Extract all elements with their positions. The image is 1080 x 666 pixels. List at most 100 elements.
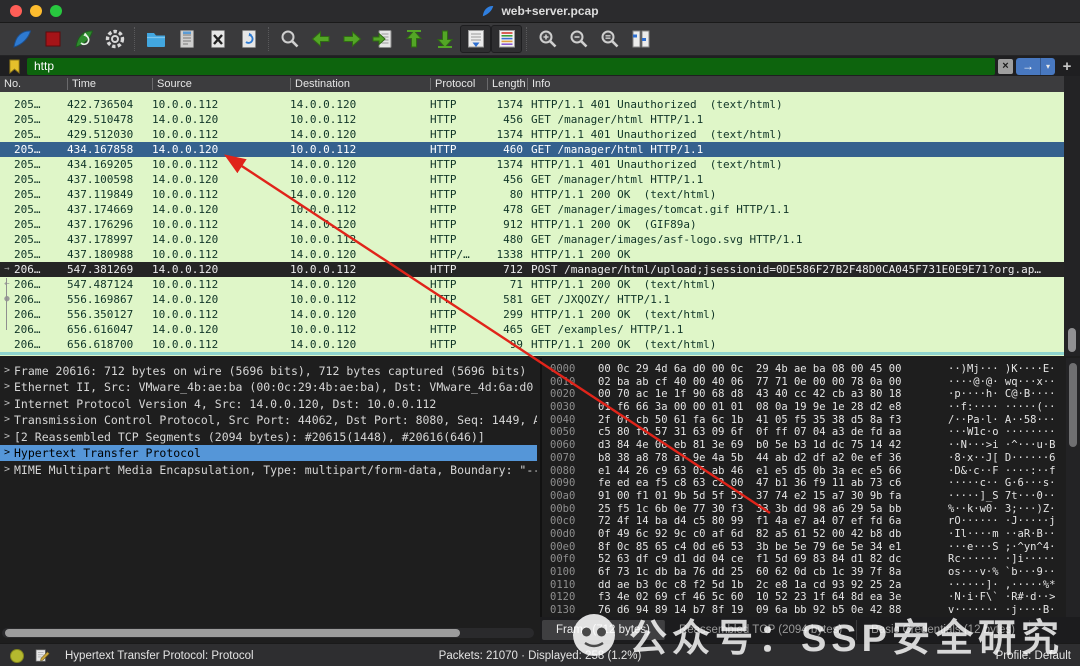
bytes-tab[interactable]: Frame (712 bytes) [542,620,665,640]
details-horizontal-scrollbar[interactable] [2,628,534,638]
detail-line[interactable]: > Internet Protocol Version 4, Src: 14.0… [0,396,537,412]
hex-row[interactable]: 00e0 8f 0c 85 65 c4 0d e6 53 3b be 5e 79… [542,541,1066,554]
open-file-button[interactable] [140,25,171,53]
scrollbar-thumb[interactable] [5,629,460,637]
detail-line[interactable]: > Ethernet II, Src: VMware_4b:ae:ba (00:… [0,379,537,395]
hex-scrollbar[interactable] [1066,358,1080,617]
scrollbar-thumb[interactable] [1068,328,1076,352]
filter-add-button[interactable]: + [1058,58,1076,75]
packet-row[interactable]: → 206… 547.381269 14.0.0.120 10.0.0.112 … [0,262,1064,277]
packet-list-scrollbar[interactable] [1064,76,1080,356]
hex-row[interactable]: 0130 76 d6 94 89 14 b7 8f 19 09 6a bb 92… [542,604,1066,617]
hex-row[interactable]: 0040 2f 0f cb 50 61 fa 6c 1b 41 05 f5 35… [542,414,1066,427]
bytes-tab[interactable]: Basic Credentials (12 bytes) [857,620,1030,640]
column-header-no[interactable]: No. [0,78,67,90]
column-header-time[interactable]: Time [67,78,152,90]
expander-chevron-icon[interactable]: > [0,396,14,412]
stop-capture-button[interactable] [37,25,68,53]
column-header-protocol[interactable]: Protocol [430,78,487,90]
profile-label[interactable]: Profile: Default [996,650,1071,662]
packet-row[interactable]: ● 206… 556.169867 14.0.0.120 10.0.0.112 … [0,292,1064,307]
display-filter-input[interactable]: http [27,57,995,75]
packet-row[interactable]: ← 206… 547.487124 10.0.0.112 14.0.0.120 … [0,277,1064,292]
reload-file-button[interactable] [233,25,264,53]
detail-line[interactable]: > Frame 20616: 712 bytes on wire (5696 b… [0,363,537,379]
go-to-packet-button[interactable] [367,25,398,53]
hex-row[interactable]: 0090 fe ed ea f5 c8 63 c2 00 47 b1 36 f9… [542,477,1066,490]
hex-row[interactable]: 00d0 0f 49 6c 92 9c c0 af 6d 82 a5 61 52… [542,528,1066,541]
zoom-normal-button[interactable] [594,25,625,53]
hex-row[interactable]: 0000 00 0c 29 4d 6a d0 00 0c 29 4b ae ba… [542,363,1066,376]
hex-row[interactable]: 0080 e1 44 26 c9 63 05 ab 46 e1 e5 d5 0b… [542,465,1066,478]
packet-row[interactable]: 205… 437.178997 14.0.0.120 10.0.0.112 HT… [0,232,1064,247]
zoom-out-button[interactable] [563,25,594,53]
save-file-button[interactable] [171,25,202,53]
scrollbar-thumb[interactable] [1069,363,1077,447]
packet-row[interactable]: 205… 429.510478 14.0.0.120 10.0.0.112 HT… [0,112,1064,127]
hex-row[interactable]: 0030 01 f6 66 3a 00 00 01 01 08 0a 19 9e… [542,401,1066,414]
close-file-button[interactable] [202,25,233,53]
resize-columns-button[interactable] [625,25,656,53]
packet-row[interactable]: 205… 434.167858 14.0.0.120 10.0.0.112 HT… [0,142,1064,157]
expander-chevron-icon[interactable]: > [0,462,14,478]
restart-capture-button[interactable] [68,25,99,53]
filter-clear-button[interactable]: × [998,58,1013,74]
hex-row[interactable]: 0060 d3 84 4e 06 eb 81 3e 69 b0 5e b3 1d… [542,439,1066,452]
filter-dropdown-caret-icon[interactable]: ▾ [1040,57,1055,75]
maximize-button[interactable] [50,5,62,17]
capture-options-gear-icon[interactable] [99,25,130,53]
detail-line[interactable]: > [2 Reassembled TCP Segments (2094 byte… [0,429,537,445]
expander-chevron-icon[interactable]: > [0,363,14,379]
close-button[interactable] [10,5,22,17]
minimize-button[interactable] [30,5,42,17]
hex-row[interactable]: 0070 b8 38 a8 78 af 9e 4a 5b 44 ab d2 df… [542,452,1066,465]
filter-apply-arrow-icon[interactable]: → [1016,57,1040,75]
hex-row[interactable]: 00f0 52 63 df c9 d1 dd 04 ce f1 5d 69 83… [542,553,1066,566]
filter-bookmark-icon[interactable] [4,58,24,75]
go-to-last-packet-button[interactable] [429,25,460,53]
hex-row[interactable]: 00a0 91 00 f1 01 9b 5d 5f 53 37 74 e2 15… [542,490,1066,503]
hex-row[interactable]: 00b0 25 f5 1c 6b 0e 77 30 f3 33 3b dd 98… [542,503,1066,516]
packet-row[interactable]: 205… 437.176296 10.0.0.112 14.0.0.120 HT… [0,217,1064,232]
packet-row[interactable]: 206… 656.616047 14.0.0.120 10.0.0.112 HT… [0,322,1064,337]
detail-line[interactable]: > MIME Multipart Media Encapsulation, Ty… [0,462,537,478]
start-capture-button[interactable] [6,25,37,53]
expander-chevron-icon[interactable]: > [0,429,14,445]
column-header-source[interactable]: Source [152,78,290,90]
hex-row[interactable]: 0120 f3 4e 02 69 cf 46 5c 60 10 52 23 1f… [542,591,1066,604]
hex-row[interactable]: 0010 02 ba ab cf 40 00 40 06 77 71 0e 00… [542,376,1066,389]
expert-info-icon[interactable] [10,648,24,663]
find-packet-button[interactable] [274,25,305,53]
packet-row[interactable]: 205… 437.100598 14.0.0.120 10.0.0.112 HT… [0,172,1064,187]
capture-comment-icon[interactable] [34,647,51,664]
go-to-first-packet-button[interactable] [398,25,429,53]
bytes-tab[interactable]: Reassembled TCP (2094 bytes) [665,620,858,640]
hex-row[interactable]: 0110 dd ae b3 0c c8 f2 5d 1b 2c e8 1a cd… [542,579,1066,592]
hex-row[interactable]: 0050 c5 80 f0 57 31 63 09 6f 0f ff 07 04… [542,426,1066,439]
column-header-info[interactable]: Info [527,78,1064,90]
packet-row[interactable]: 205… 434.169205 10.0.0.112 14.0.0.120 HT… [0,157,1064,172]
detail-line[interactable]: > Transmission Control Protocol, Src Por… [0,412,537,428]
zoom-in-button[interactable] [532,25,563,53]
packet-row[interactable]: 206… 656.618700 10.0.0.112 14.0.0.120 HT… [0,337,1064,352]
packet-row[interactable]: 206… 556.350127 10.0.0.112 14.0.0.120 HT… [0,307,1064,322]
packet-row[interactable]: 205… 429.512030 10.0.0.112 14.0.0.120 HT… [0,127,1064,142]
column-header-length[interactable]: Length [487,78,527,90]
packet-row[interactable]: 205… 437.180988 10.0.0.112 14.0.0.120 HT… [0,247,1064,262]
colorize-toggle[interactable] [491,25,522,53]
go-back-button[interactable] [305,25,336,53]
go-forward-button[interactable] [336,25,367,53]
hex-row[interactable]: 0100 6f 73 1c db ba 76 dd 25 60 62 0d cb… [542,566,1066,579]
auto-scroll-toggle[interactable] [460,25,491,53]
expander-chevron-icon[interactable]: > [0,445,14,461]
packet-row[interactable]: 205… 422.736504 10.0.0.112 14.0.0.120 HT… [0,97,1064,112]
detail-line[interactable]: > Hypertext Transfer Protocol [0,445,537,461]
packet-row[interactable]: 205… 437.119849 10.0.0.112 14.0.0.120 HT… [0,187,1064,202]
title-bar[interactable]: web+server.pcap [0,0,1080,23]
hex-row[interactable]: 00c0 72 4f 14 ba d4 c5 80 99 f1 4a e7 a4… [542,515,1066,528]
expander-chevron-icon[interactable]: > [0,412,14,428]
expander-chevron-icon[interactable]: > [0,379,14,395]
filter-apply-button[interactable]: → ▾ [1016,57,1055,75]
hex-row[interactable]: 0020 00 70 ac 1e 1f 90 68 d8 43 40 cc 42… [542,388,1066,401]
packet-row[interactable]: 205… 437.174669 14.0.0.120 10.0.0.112 HT… [0,202,1064,217]
